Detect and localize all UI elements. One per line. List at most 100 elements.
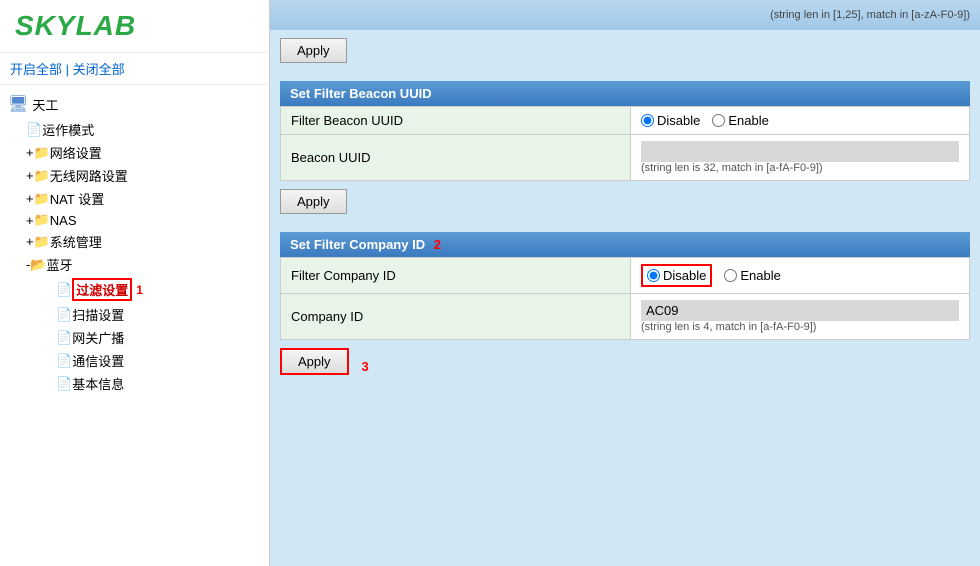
filter-beacon-uuid-radio-group: Disable Enable (641, 113, 959, 128)
sidebar-item-comm-settings[interactable]: 📄 通信设置 (48, 349, 269, 372)
apply-number-badge: 3 (362, 359, 369, 374)
filter-company-id-enable-text: Enable (740, 268, 780, 283)
filter-company-id-radio-group: Disable Enable (641, 264, 959, 287)
toggle-close-link[interactable]: 关闭全部 (73, 62, 125, 77)
page-icon: 📄 (56, 307, 72, 323)
sidebar-item-label: 网关广播 (72, 328, 124, 347)
table-row: Filter Company ID Disable Enable (281, 258, 970, 294)
main-content: (string len in [1,25], match in [a-zA-F0… (270, 0, 980, 566)
first-apply-section: Apply (280, 38, 970, 73)
sidebar-item-label: 无线网路设置 (50, 166, 128, 185)
sidebar-item-label: 通信设置 (72, 351, 124, 370)
filter-beacon-uuid-table: Filter Beacon UUID Disable Enable (280, 106, 970, 181)
expand-icon: + (26, 213, 34, 228)
company-id-apply-button[interactable]: Apply (280, 348, 349, 375)
sidebar-item-label: 蓝牙 (47, 255, 73, 274)
item-number-badge: 1 (136, 283, 143, 297)
toggle-separator: | (66, 62, 69, 77)
beacon-uuid-input[interactable] (641, 141, 959, 162)
nav-root-label: 天工 (32, 95, 58, 114)
toggle-open-link[interactable]: 开启全部 (10, 62, 62, 77)
sidebar-item-label: 扫描设置 (72, 305, 124, 324)
company-id-input[interactable] (641, 300, 959, 321)
filter-beacon-uuid-disable-text: Disable (657, 113, 700, 128)
nav-sub-items: 📄 运作模式 + 📁 网络设置 + 📁 无线网路设置 + 📁 NAT 设置 (0, 118, 269, 395)
page-icon: 📄 (26, 122, 42, 138)
filter-beacon-uuid-title: Set Filter Beacon UUID (290, 86, 432, 101)
computer-icon: 🖥 (8, 94, 28, 114)
filter-company-id-enable-radio[interactable] (724, 269, 737, 282)
filter-beacon-uuid-label: Filter Beacon UUID (281, 107, 631, 135)
filter-beacon-uuid-section: Set Filter Beacon UUID Filter Beacon UUI… (280, 81, 970, 224)
sidebar-item-basic-info[interactable]: 📄 基本信息 (48, 372, 269, 395)
filter-beacon-uuid-enable-text: Enable (728, 113, 768, 128)
sidebar-item-operation-mode[interactable]: 📄 运作模式 (18, 118, 269, 141)
logo-sky: SKY (15, 10, 76, 41)
folder-icon-open: 📂 (30, 257, 46, 273)
sidebar-item-label: 网络设置 (50, 143, 102, 162)
page-icon: 📄 (56, 330, 72, 346)
filter-beacon-uuid-enable-radio[interactable] (712, 114, 725, 127)
folder-icon: 📁 (34, 168, 50, 184)
beacon-uuid-hint: (string len is 32, match in [a-fA-F0-9]) (641, 162, 959, 174)
page-icon: 📄 (56, 282, 72, 298)
company-id-value: (string len is 4, match in [a-fA-F0-9]) (631, 294, 970, 340)
sidebar-item-filter-settings[interactable]: 📄 过滤设置 1 (48, 276, 269, 303)
folder-icon: 📁 (34, 145, 50, 161)
sidebar-item-scan-settings[interactable]: 📄 扫描设置 (48, 303, 269, 326)
sidebar-item-nat[interactable]: + 📁 NAT 设置 (18, 187, 269, 210)
company-id-apply-row: Apply 3 (280, 348, 970, 385)
folder-icon: 📁 (34, 234, 50, 250)
folder-icon: 📁 (34, 212, 50, 228)
toggle-links-area: 开启全部 | 关闭全部 (0, 53, 269, 85)
beacon-uuid-apply-button[interactable]: Apply (280, 189, 347, 214)
sidebar: SKYLAB 开启全部 | 关闭全部 🖥 天工 📄 运作模式 + 📁 网络设置 (0, 0, 270, 566)
filter-company-id-section: Set Filter Company ID 2 Filter Company I… (280, 232, 970, 385)
table-row: Beacon UUID (string len is 32, match in … (281, 135, 970, 181)
beacon-uuid-value: (string len is 32, match in [a-fA-F0-9]) (631, 135, 970, 181)
filter-company-id-title: Set Filter Company ID (290, 237, 425, 252)
filter-company-id-disable-label[interactable]: Disable (641, 264, 712, 287)
sidebar-item-sysadmin[interactable]: + 📁 系统管理 (18, 230, 269, 253)
expand-icon: + (26, 145, 34, 160)
bluetooth-subitems: 📄 过滤设置 1 📄 扫描设置 📄 网关广播 📄 通信设置 📄 (18, 276, 269, 395)
page-icon: 📄 (56, 376, 72, 392)
filter-beacon-uuid-enable-label[interactable]: Enable (712, 113, 768, 128)
logo-lab: LAB (76, 10, 137, 41)
sidebar-item-bluetooth[interactable]: - 📂 蓝牙 (18, 253, 269, 276)
filter-beacon-uuid-value: Disable Enable (631, 107, 970, 135)
filter-beacon-uuid-disable-radio[interactable] (641, 114, 654, 127)
content-area: Apply Set Filter Beacon UUID Filter Beac… (270, 30, 980, 566)
filter-company-id-enable-label[interactable]: Enable (724, 268, 780, 283)
filter-company-id-disable-radio[interactable] (647, 269, 660, 282)
expand-icon: + (26, 234, 34, 249)
folder-icon: 📁 (34, 191, 50, 207)
filter-company-id-value: Disable Enable (631, 258, 970, 294)
sidebar-item-label[interactable]: 过滤设置 (72, 278, 132, 301)
company-id-hint: (string len is 4, match in [a-fA-F0-9]) (641, 321, 959, 333)
table-row: Filter Beacon UUID Disable Enable (281, 107, 970, 135)
sidebar-item-label: NAS (50, 213, 77, 228)
first-apply-button[interactable]: Apply (280, 38, 347, 63)
filter-company-id-disable-text: Disable (663, 268, 706, 283)
sidebar-item-label: 基本信息 (72, 374, 124, 393)
sidebar-item-network[interactable]: + 📁 网络设置 (18, 141, 269, 164)
nav-tree: 🖥 天工 📄 运作模式 + 📁 网络设置 + 📁 无线网路设置 (0, 85, 269, 566)
filter-company-id-header: Set Filter Company ID 2 (280, 232, 970, 257)
sidebar-item-gateway-broadcast[interactable]: 📄 网关广播 (48, 326, 269, 349)
top-bar-text: (string len in [1,25], match in [a-zA-F0… (770, 9, 970, 21)
sidebar-item-label: 运作模式 (42, 120, 94, 139)
page-icon: 📄 (56, 353, 72, 369)
filter-company-id-table: Filter Company ID Disable Enable (280, 257, 970, 340)
filter-beacon-uuid-disable-label[interactable]: Disable (641, 113, 700, 128)
nav-root-item[interactable]: 🖥 天工 (0, 90, 269, 118)
sidebar-item-nas[interactable]: + 📁 NAS (18, 210, 269, 230)
sidebar-item-wireless[interactable]: + 📁 无线网路设置 (18, 164, 269, 187)
logo: SKYLAB (15, 10, 254, 42)
sidebar-item-label: NAT 设置 (50, 189, 104, 208)
section-number-badge: 2 (434, 237, 441, 252)
company-id-label: Company ID (281, 294, 631, 340)
expand-icon: + (26, 191, 34, 206)
sidebar-item-label: 系统管理 (50, 232, 102, 251)
beacon-uuid-label: Beacon UUID (281, 135, 631, 181)
